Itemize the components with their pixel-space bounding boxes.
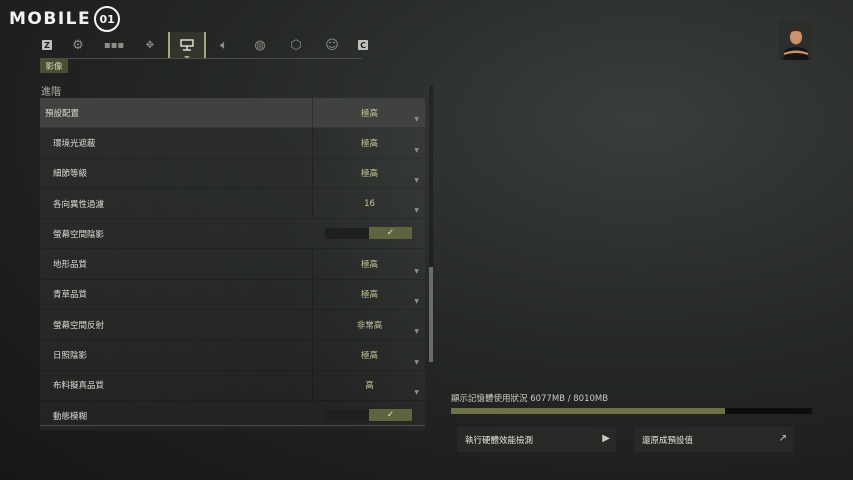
gamepad-icon: ✥ [145,39,155,51]
preset-row[interactable]: 預設配置 極高 ▼ [40,98,426,129]
tab-controls[interactable]: ✥ [132,32,168,58]
settings-list: 預設配置 極高 ▼ 環境光遮蔽 極高 ▼ 細節等級 極高 ▼ 各向異性過濾 16… [40,98,426,432]
benchmark-button-label: 執行硬體效能檢測 [465,435,534,446]
watermark-logo: 01 [94,6,121,32]
tab-interface[interactable]: ▪▪▪ [96,32,132,58]
watermark: MOBILE 01 [9,6,121,32]
dropdown-caret-icon: ▼ [414,298,419,306]
setting-value[interactable]: 16 [312,188,426,219]
globe-icon: ◍ [254,37,266,53]
vram-usage-label: 顯示記憶體使用狀況 6077MB / 8010MB [451,394,609,404]
benchmark-button[interactable]: 執行硬體效能檢測 ▶ [457,427,616,452]
dropdown-caret-icon: ▼ [414,267,419,275]
tab-bar: Z ⚙ ▪▪▪ ✥ 🔈︎ ◍ ⬡ ☺ C [34,32,376,59]
setting-row[interactable]: 日照陰影 極高 ▼ [40,340,426,371]
setting-row[interactable]: 螢幕空間反射 非常高 ▼ [40,310,426,341]
vram-usage-fill [451,408,725,414]
tab-language[interactable]: ◍ [242,32,278,58]
dropdown-caret-icon: ▼ [414,146,419,154]
tab-prev-key[interactable]: Z [34,32,60,58]
setting-row[interactable]: 地形品質 極高 ▼ [40,249,426,280]
setting-row[interactable]: 環境光遮蔽 極高 ▼ [40,128,426,159]
setting-value[interactable]: 高 [312,370,426,400]
key-c-icon: C [358,40,368,50]
subtab-video[interactable]: 影像 [40,59,68,73]
dropdown-caret-icon: ▼ [414,116,419,124]
tab-divider [40,58,362,59]
display-icon [180,39,194,51]
speaker-icon: 🔈︎ [220,37,228,53]
setting-value[interactable]: 極高 [312,158,426,188]
scrollbar-thumb[interactable] [429,267,433,362]
avatar[interactable] [779,20,813,60]
toggle-check-icon[interactable]: ✓ [369,227,412,240]
tab-audio[interactable]: 🔈︎ [206,32,242,58]
reset-defaults-button[interactable]: 還原成預設值 ↗ [634,427,793,452]
dropdown-caret-icon: ▼ [414,358,419,366]
setting-row[interactable]: 動態模糊 ✓ [40,400,425,432]
dropdown-caret-icon: ▼ [414,207,419,215]
network-icon: ⬡ [290,37,302,53]
list-divider [40,425,425,426]
tab-general[interactable]: ⚙ [60,32,96,58]
setting-row[interactable]: 布料擬真品質 高 ▼ [40,370,426,401]
setting-row[interactable]: 青草品質 極高 ▼ [40,279,426,311]
setting-row[interactable]: 各向異性過濾 16 ▼ [40,188,426,220]
setting-value[interactable]: 極高 [312,128,426,158]
setting-row[interactable]: 細節等級 極高 ▼ [40,158,426,189]
vram-usage-bar [451,408,812,414]
gear-icon: ⚙ [72,37,84,53]
setting-value[interactable]: 非常高 [312,310,426,340]
tab-graphics[interactable] [168,32,206,59]
section-title: 進階 [41,87,61,98]
toggle-check-icon[interactable]: ✓ [369,408,412,421]
blocks-icon: ▪▪▪ [103,39,125,51]
dropdown-caret-icon: ▼ [414,388,419,396]
key-z-icon: Z [42,40,52,50]
setting-value[interactable]: 極高 [312,249,426,279]
dropdown-caret-icon: ▼ [414,176,419,184]
play-icon: ▶ [602,433,610,444]
setting-value[interactable]: 極高 [312,98,426,128]
setting-value[interactable]: 極高 [312,279,426,310]
reset-button-label: 還原成預設值 [642,435,694,446]
setting-value[interactable]: 極高 [312,340,426,370]
dropdown-caret-icon: ▼ [414,328,419,336]
tab-next-key[interactable]: C [350,32,376,58]
tab-network[interactable]: ⬡ [278,32,314,58]
setting-row[interactable]: 螢幕空間陰影 ✓ [40,219,425,250]
external-arrow-icon: ↗ [778,433,787,444]
accessibility-icon: ☺ [325,37,339,53]
tab-accessibility[interactable]: ☺ [314,32,350,58]
watermark-text: MOBILE [9,9,92,29]
avatar-portrait-icon [779,20,813,60]
